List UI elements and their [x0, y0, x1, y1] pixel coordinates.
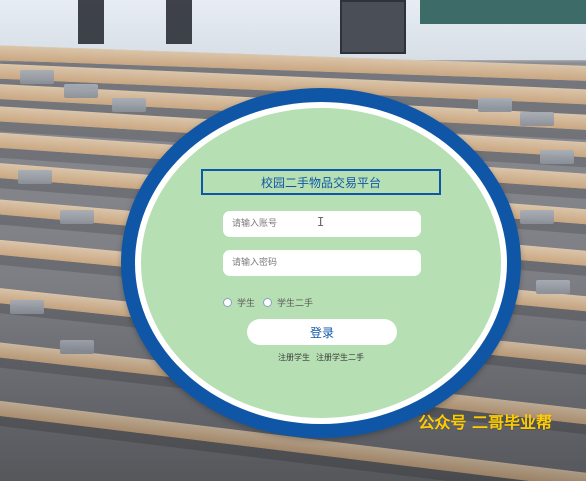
role-label-student: 学生 — [237, 298, 256, 309]
role-selector: 学生 学生二手 — [223, 294, 313, 310]
login-ring: 校园二手物品交易平台 I 学生 学生二手 登录 注册学生 注册学生二手 — [121, 88, 521, 438]
chair — [520, 210, 554, 224]
password-input[interactable] — [223, 250, 421, 276]
window-shade — [78, 0, 104, 44]
register-links: 注册学生 注册学生二手 — [141, 352, 501, 363]
role-option-student-secondhand[interactable]: 学生二手 — [263, 296, 313, 309]
chair — [520, 112, 554, 126]
text-cursor-icon: I — [317, 215, 325, 229]
login-panel: 校园二手物品交易平台 I 学生 学生二手 登录 注册学生 注册学生二手 — [141, 108, 501, 418]
chair — [478, 98, 512, 112]
chair — [18, 170, 52, 184]
chair — [20, 70, 54, 84]
role-label-student-secondhand: 学生二手 — [277, 298, 314, 309]
login-title-text: 校园二手物品交易平台 — [260, 175, 381, 190]
radio-button-icon[interactable] — [223, 297, 232, 307]
window-shade — [166, 0, 192, 44]
radio-button-icon[interactable] — [263, 297, 273, 307]
chair — [112, 98, 146, 112]
role-option-student[interactable]: 学生 — [223, 296, 255, 309]
login-button[interactable]: 登录 — [247, 319, 397, 345]
login-title: 校园二手物品交易平台 — [201, 169, 441, 195]
chair — [64, 84, 98, 98]
watermark-text: 公众号 二哥毕业帮 — [418, 413, 552, 432]
board — [340, 0, 406, 54]
chair — [60, 210, 94, 224]
green-board — [420, 0, 586, 24]
register-student-secondhand-link[interactable]: 注册学生二手 — [316, 352, 364, 363]
register-student-link[interactable]: 注册学生 — [278, 352, 310, 363]
chair — [540, 150, 574, 164]
